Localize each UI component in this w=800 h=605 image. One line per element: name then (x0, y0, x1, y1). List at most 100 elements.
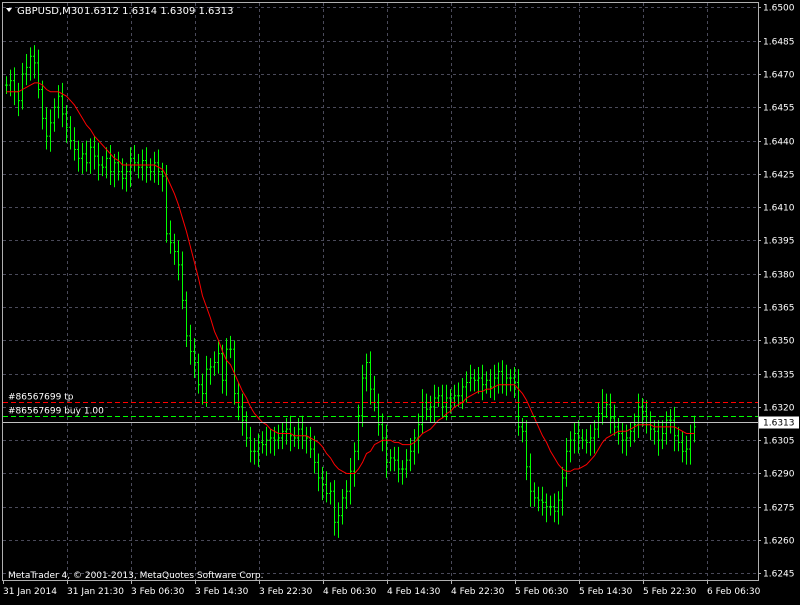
price-bar[interactable] (293, 426, 296, 447)
price-bar[interactable] (629, 422, 632, 447)
price-bar[interactable] (261, 431, 264, 454)
price-bar[interactable] (481, 364, 484, 401)
price-bar[interactable] (489, 369, 492, 399)
price-bar[interactable] (281, 422, 284, 450)
price-bar[interactable] (265, 426, 268, 456)
price-bar[interactable] (153, 151, 156, 183)
price-bar[interactable] (61, 82, 64, 128)
price-bar[interactable] (69, 116, 72, 150)
price-bar[interactable] (421, 389, 424, 434)
price-bar[interactable] (241, 393, 244, 436)
candle-layer[interactable] (5, 45, 696, 538)
price-bar[interactable] (73, 127, 76, 161)
price-bar[interactable] (393, 446, 396, 472)
price-bar[interactable] (33, 45, 36, 79)
price-bar[interactable] (301, 415, 304, 450)
price-bar[interactable] (689, 424, 692, 465)
price-bar[interactable] (309, 426, 312, 458)
price-bar[interactable] (569, 431, 572, 463)
price-bar[interactable] (349, 457, 352, 505)
price-bar[interactable] (17, 82, 20, 117)
price-bar[interactable] (173, 233, 176, 265)
price-bar[interactable] (509, 369, 512, 392)
price-bar[interactable] (441, 384, 444, 418)
price-bar[interactable] (25, 54, 28, 86)
price-bar[interactable] (477, 366, 480, 394)
price-bar[interactable] (149, 158, 152, 181)
price-bar[interactable] (457, 382, 460, 407)
price-bar[interactable] (541, 486, 544, 516)
price-bar[interactable] (657, 420, 660, 456)
price-bar[interactable] (109, 145, 112, 185)
price-bar[interactable] (269, 429, 272, 454)
price-bar[interactable] (101, 156, 104, 177)
price-bar[interactable] (389, 449, 392, 472)
time-axis[interactable]: 31 Jan 2014 31 Jan 21:30 3 Feb 06:30 3 Feb … (3, 580, 761, 597)
price-bar[interactable] (533, 482, 536, 507)
price-bar[interactable] (57, 85, 60, 119)
price-bar[interactable] (401, 460, 404, 485)
price-bar[interactable] (669, 409, 672, 434)
price-bar[interactable] (561, 466, 564, 516)
price-bar[interactable] (357, 404, 360, 461)
price-axis[interactable]: 1.6500 1.6485 1.6470 1.6455 1.6440 1.6425 1.64… (758, 4, 795, 580)
price-bar[interactable] (133, 145, 136, 172)
price-bar[interactable] (85, 140, 88, 172)
chart-canvas[interactable]: 1.6500 1.6485 1.6470 1.6455 1.6440 1.6425 1.64… (0, 0, 800, 600)
price-bar[interactable] (573, 422, 576, 454)
price-bar[interactable] (313, 435, 316, 474)
price-bar[interactable] (437, 386, 440, 407)
price-bar[interactable] (169, 220, 172, 254)
triangle-down-icon[interactable] (6, 8, 12, 12)
price-bar[interactable] (601, 389, 604, 425)
price-bar[interactable] (53, 98, 56, 132)
price-chart[interactable]: 1.6500 1.6485 1.6470 1.6455 1.6440 1.6425 1.64… (0, 0, 800, 600)
price-bar[interactable] (41, 80, 44, 130)
price-bar[interactable] (201, 373, 204, 405)
price-bar[interactable] (637, 393, 640, 438)
price-bar[interactable] (345, 480, 348, 509)
price-bar[interactable] (205, 355, 208, 407)
price-bar[interactable] (329, 482, 332, 505)
price-bar[interactable] (525, 420, 528, 481)
price-bar[interactable] (613, 404, 616, 436)
price-bar[interactable] (469, 364, 472, 392)
price-bar[interactable] (673, 406, 676, 452)
price-bar[interactable] (549, 495, 552, 516)
price-bar[interactable] (21, 62, 24, 110)
price-bar[interactable] (609, 393, 612, 434)
price-bar[interactable] (325, 471, 328, 503)
price-bar[interactable] (505, 364, 508, 396)
price-bar[interactable] (81, 142, 84, 174)
price-bar[interactable] (121, 158, 124, 190)
price-bar[interactable] (185, 291, 188, 347)
price-bar[interactable] (29, 47, 32, 81)
price-bar[interactable] (277, 424, 280, 450)
price-bar[interactable] (49, 109, 52, 152)
price-bar[interactable] (581, 429, 584, 450)
price-bar[interactable] (45, 107, 48, 150)
price-bar[interactable] (529, 453, 532, 507)
price-bar[interactable] (429, 395, 432, 423)
price-bar[interactable] (453, 384, 456, 407)
price-bar[interactable] (693, 415, 696, 443)
price-bar[interactable] (213, 351, 216, 376)
price-bar[interactable] (365, 353, 368, 392)
price-bar[interactable] (473, 369, 476, 392)
price-bar[interactable] (593, 420, 596, 454)
price-bar[interactable] (621, 422, 624, 454)
price-bar[interactable] (677, 426, 680, 452)
price-bar[interactable] (181, 251, 184, 310)
price-bar[interactable] (409, 437, 412, 472)
price-bar[interactable] (253, 437, 256, 465)
price-bar[interactable] (353, 442, 356, 487)
price-bar[interactable] (13, 67, 16, 106)
price-bar[interactable] (385, 424, 388, 478)
price-bar[interactable] (417, 413, 420, 454)
price-bar[interactable] (197, 353, 200, 394)
price-bar[interactable] (225, 338, 228, 396)
price-bar[interactable] (493, 364, 496, 401)
price-bar[interactable] (413, 429, 416, 465)
price-bar[interactable] (229, 335, 232, 359)
price-bar[interactable] (249, 426, 252, 463)
